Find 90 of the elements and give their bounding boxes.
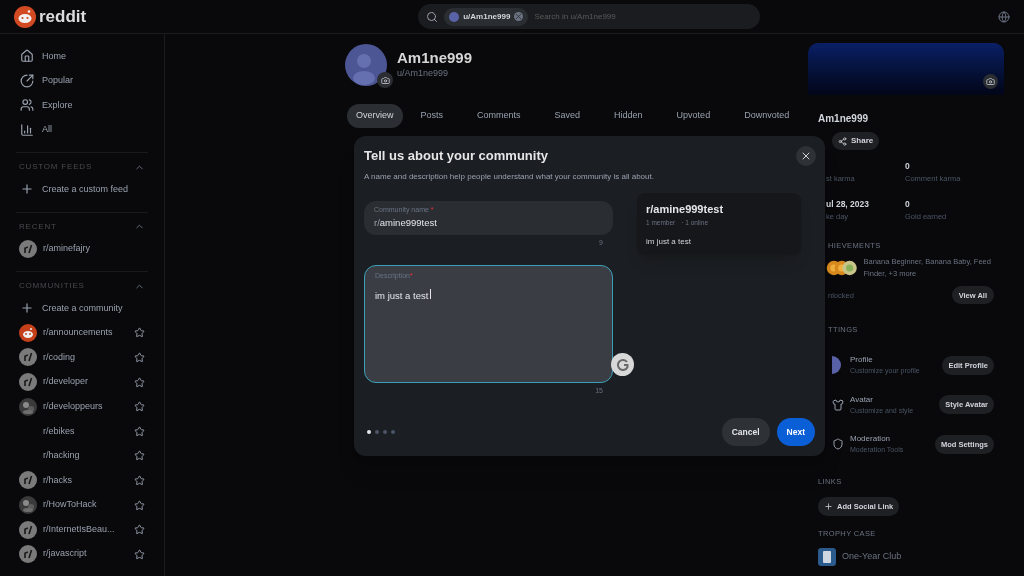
profile-tab[interactable]: Saved bbox=[545, 104, 590, 128]
star-icon[interactable] bbox=[134, 474, 145, 486]
community-link[interactable]: r/InternetIsBeau... bbox=[43, 522, 128, 537]
community-link[interactable]: r/HowToHack bbox=[43, 498, 128, 512]
profile-tab[interactable]: Upvoted bbox=[667, 104, 720, 128]
star-icon[interactable] bbox=[134, 327, 145, 339]
globe-icon[interactable] bbox=[998, 10, 1010, 23]
star-icon[interactable] bbox=[134, 352, 145, 363]
star-icon[interactable] bbox=[134, 499, 145, 511]
create-item[interactable]: Create a custom feed bbox=[16, 177, 148, 202]
camera-button[interactable] bbox=[983, 74, 998, 89]
plus-icon bbox=[20, 182, 34, 197]
community-link[interactable]: r/hacking bbox=[43, 449, 128, 463]
profile-name: Am1ne999 bbox=[397, 49, 473, 68]
setting-title: Avatar bbox=[850, 393, 874, 406]
close-button[interactable] bbox=[796, 146, 816, 166]
share-button[interactable]: Share bbox=[832, 132, 880, 150]
community-icon bbox=[19, 520, 37, 539]
community-link[interactable]: r/coding bbox=[43, 350, 128, 365]
nav-item[interactable]: Popular bbox=[16, 68, 148, 93]
share-icon bbox=[838, 136, 847, 146]
logo-wordmark[interactable]: reddit bbox=[39, 3, 87, 30]
community-link[interactable]: r/hacks bbox=[43, 473, 128, 488]
field-value: im just a test bbox=[375, 288, 429, 303]
community-icon bbox=[19, 471, 37, 490]
nav-item[interactable]: Explore bbox=[16, 93, 148, 118]
community-link[interactable]: r/announcements bbox=[43, 326, 128, 340]
community-icon bbox=[19, 545, 37, 564]
chart-icon bbox=[20, 122, 34, 137]
dialog-title: Tell us about your community bbox=[364, 147, 549, 165]
field-value: r/amine999test bbox=[374, 215, 438, 230]
search-icon bbox=[426, 10, 439, 23]
shield-icon bbox=[832, 437, 844, 452]
preview-name: r/amine999test bbox=[646, 201, 725, 217]
nav-item[interactable]: Home bbox=[16, 44, 148, 69]
arrow-circle-icon bbox=[20, 73, 34, 88]
star-icon[interactable] bbox=[134, 401, 145, 413]
setting-title: Profile bbox=[850, 354, 874, 366]
community-link[interactable]: r/developpeurs bbox=[43, 399, 128, 414]
profile-tab[interactable]: Hidden bbox=[605, 104, 652, 128]
avatar-icon bbox=[832, 356, 844, 375]
home-icon bbox=[20, 49, 34, 64]
stat-value: 0 bbox=[905, 160, 911, 173]
trophy-name: One-Year Club bbox=[842, 549, 902, 563]
star-icon[interactable] bbox=[134, 548, 145, 560]
star-icon[interactable] bbox=[134, 376, 145, 388]
dialog-subtitle: A name and description help people understand what your community is all about. bbox=[364, 170, 654, 183]
trophy-icon bbox=[818, 547, 836, 566]
plus-icon bbox=[824, 502, 833, 512]
create-item[interactable]: Create a community bbox=[16, 296, 148, 321]
plus-icon bbox=[20, 301, 34, 316]
setting-title: Moderation bbox=[850, 433, 892, 445]
camera-icon bbox=[380, 75, 390, 85]
star-icon[interactable] bbox=[134, 524, 145, 536]
camera-icon bbox=[986, 77, 995, 86]
user-filter-chip[interactable]: u/Am1ne999 bbox=[444, 7, 529, 26]
next-button[interactable]: Next bbox=[776, 418, 815, 446]
section-heading: COMMUNITIES bbox=[19, 280, 85, 293]
profile-username: u/Am1ne999 bbox=[397, 67, 450, 81]
star-icon[interactable] bbox=[134, 425, 145, 437]
community-icon bbox=[19, 239, 37, 258]
shirt-icon bbox=[832, 397, 844, 412]
logo-icon[interactable] bbox=[14, 5, 36, 28]
stat-value: 0 bbox=[905, 198, 911, 211]
camera-button[interactable] bbox=[377, 72, 393, 88]
profile-tab[interactable]: Posts bbox=[411, 104, 453, 128]
profile-tab[interactable]: Overview bbox=[347, 104, 403, 128]
community-link[interactable]: r/aminefajry bbox=[43, 242, 145, 256]
stat-value: ul 28, 2023 bbox=[826, 198, 870, 211]
profile-tab[interactable]: Downvoted bbox=[735, 104, 799, 128]
robot-icon bbox=[19, 323, 37, 342]
grammar-icon[interactable] bbox=[611, 353, 634, 376]
close-icon bbox=[800, 150, 812, 162]
sidebar-profile-name: Am1ne999 bbox=[818, 112, 870, 126]
text-cursor bbox=[430, 289, 432, 300]
profile-tab[interactable]: Comments bbox=[468, 104, 530, 128]
preview-description: im just a test bbox=[646, 235, 692, 248]
community-icon bbox=[19, 373, 37, 392]
nav-item[interactable]: All bbox=[16, 117, 148, 142]
section-heading: RECENT bbox=[19, 220, 57, 233]
people-icon bbox=[20, 98, 34, 113]
avatar-icon bbox=[345, 44, 387, 86]
community-link[interactable]: r/javascript bbox=[43, 547, 128, 561]
clear-icon[interactable] bbox=[514, 12, 524, 21]
community-link[interactable]: r/developer bbox=[43, 375, 128, 389]
community-link[interactable]: r/ebikes bbox=[43, 424, 128, 438]
user-avatar-icon bbox=[449, 11, 460, 22]
cancel-button[interactable]: Cancel bbox=[721, 418, 770, 446]
star-icon[interactable] bbox=[134, 450, 145, 462]
community-icon bbox=[19, 348, 37, 367]
